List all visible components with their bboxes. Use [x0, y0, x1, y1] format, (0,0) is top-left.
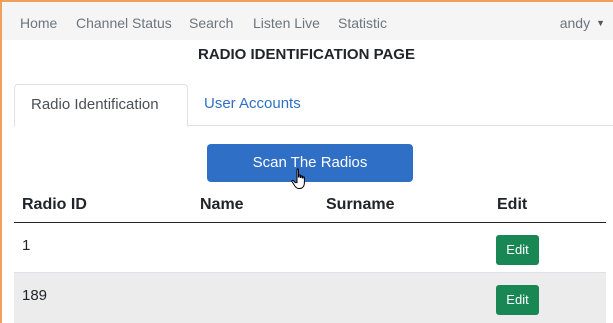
nav-statistic[interactable]: Statistic	[338, 15, 387, 31]
edit-button[interactable]: Edit	[496, 235, 539, 265]
caret-down-icon: ▼	[596, 18, 605, 28]
nav-home[interactable]: Home	[20, 15, 57, 31]
table-row: 189 Edit	[14, 273, 606, 323]
cell-radio-id: 1	[22, 237, 31, 254]
edit-button[interactable]: Edit	[496, 285, 539, 315]
column-header-edit: Edit	[497, 196, 528, 213]
table-row: 1 Edit	[14, 223, 606, 273]
column-header-name: Name	[200, 196, 244, 213]
tab-radio-identification[interactable]: Radio Identification	[14, 84, 188, 127]
nav-search[interactable]: Search	[189, 15, 233, 31]
user-name: andy	[559, 15, 591, 31]
cell-radio-id: 189	[22, 287, 48, 304]
nav-channel-status[interactable]: Channel Status	[76, 15, 172, 31]
column-header-radio-id: Radio ID	[22, 196, 87, 213]
navbar: Home Channel Status Search Listen Live S…	[2, 2, 613, 40]
column-header-surname: Surname	[326, 196, 395, 213]
tab-user-accounts[interactable]: User Accounts	[188, 84, 317, 126]
tab-bar: Radio Identification User Accounts	[14, 84, 613, 127]
scan-radios-button[interactable]: Scan The Radios	[207, 144, 413, 182]
nav-listen-live[interactable]: Listen Live	[253, 15, 320, 31]
hand-pointer-icon	[291, 168, 305, 189]
page-title: RADIO IDENTIFICATION PAGE	[198, 46, 415, 63]
user-menu[interactable]: andy ▼	[560, 15, 605, 31]
